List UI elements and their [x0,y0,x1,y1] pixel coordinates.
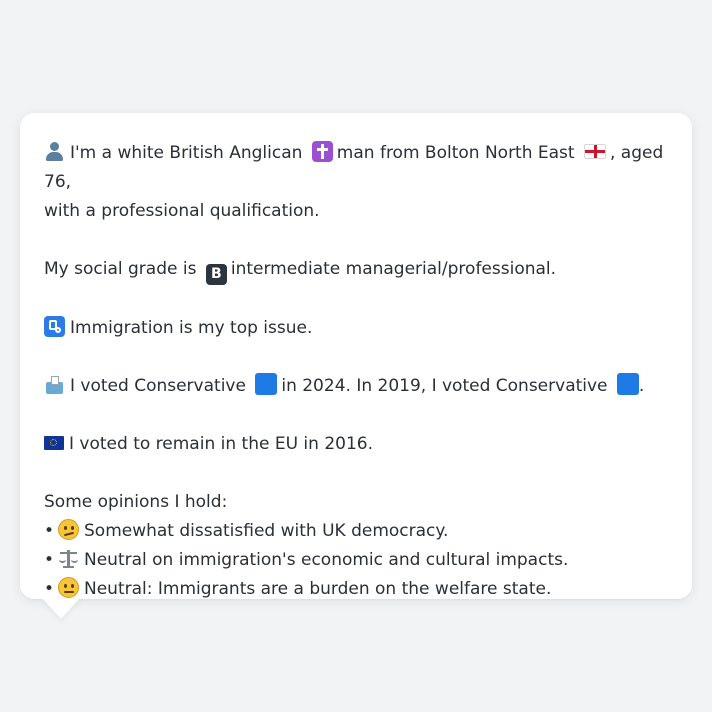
blue-square-icon [616,373,639,395]
eu-text: I voted to remain in the EU in 2016. [69,434,373,454]
eu-flag-icon [44,436,64,450]
bubble-tail [42,598,80,619]
b-button-icon: B [205,264,227,285]
chat-bubble: I'm a white British Anglican man from Bo… [20,113,692,599]
neutral-face-icon [58,577,79,598]
list-item: • Somewhat dissatisfied with UK democracy… [44,517,668,546]
latin-cross-icon [311,141,333,162]
bust-in-silhouette-icon [44,141,65,162]
balance-scale-icon [58,548,79,569]
vote-text-a: I voted Conservative [70,376,246,396]
eu-referendum: I voted to remain in the EU in 2016. [44,430,668,459]
vote-text-b: in 2024. In 2019, I voted Conservative [281,376,608,396]
intro-text-d: with a professional qualification. [44,201,320,221]
intro-text-b: man from Bolton North East [336,143,575,163]
ballot-box-icon [44,374,65,395]
confused-face-icon [58,519,79,540]
bullet: • [44,521,55,541]
opinion-text: Somewhat dissatisfied with UK democracy. [84,521,449,541]
top-issue: Immigration is my top issue. [44,314,668,343]
voting-history: I voted Conservative in 2024. In 2019, I… [44,372,668,401]
social-grade: My social grade is Bintermediate manager… [44,255,668,285]
profile-intro: I'm a white British Anglican man from Bo… [44,139,668,226]
opinions-list: • Somewhat dissatisfied with UK democracy… [44,517,668,604]
bullet: • [44,550,55,570]
intro-text-a: I'm a white British Anglican [70,143,303,163]
list-item: • Neutral on immigration's economic and c… [44,546,668,575]
opinions-heading: Some opinions I hold: [44,492,228,512]
list-item: • Neutral: Immigrants are a burden on the… [44,575,668,604]
opinion-text: Neutral on immigration's economic and cu… [84,550,569,570]
vote-text-c: . [638,376,645,396]
passport-control-icon [44,316,65,337]
issue-text: Immigration is my top issue. [70,318,313,338]
grade-text-a: My social grade is [44,259,197,279]
grade-text-b: intermediate managerial/professional. [230,259,557,279]
england-flag-icon [584,144,606,159]
opinion-text: Neutral: Immigrants are a burden on the … [84,579,552,599]
blue-square-icon [255,373,278,395]
